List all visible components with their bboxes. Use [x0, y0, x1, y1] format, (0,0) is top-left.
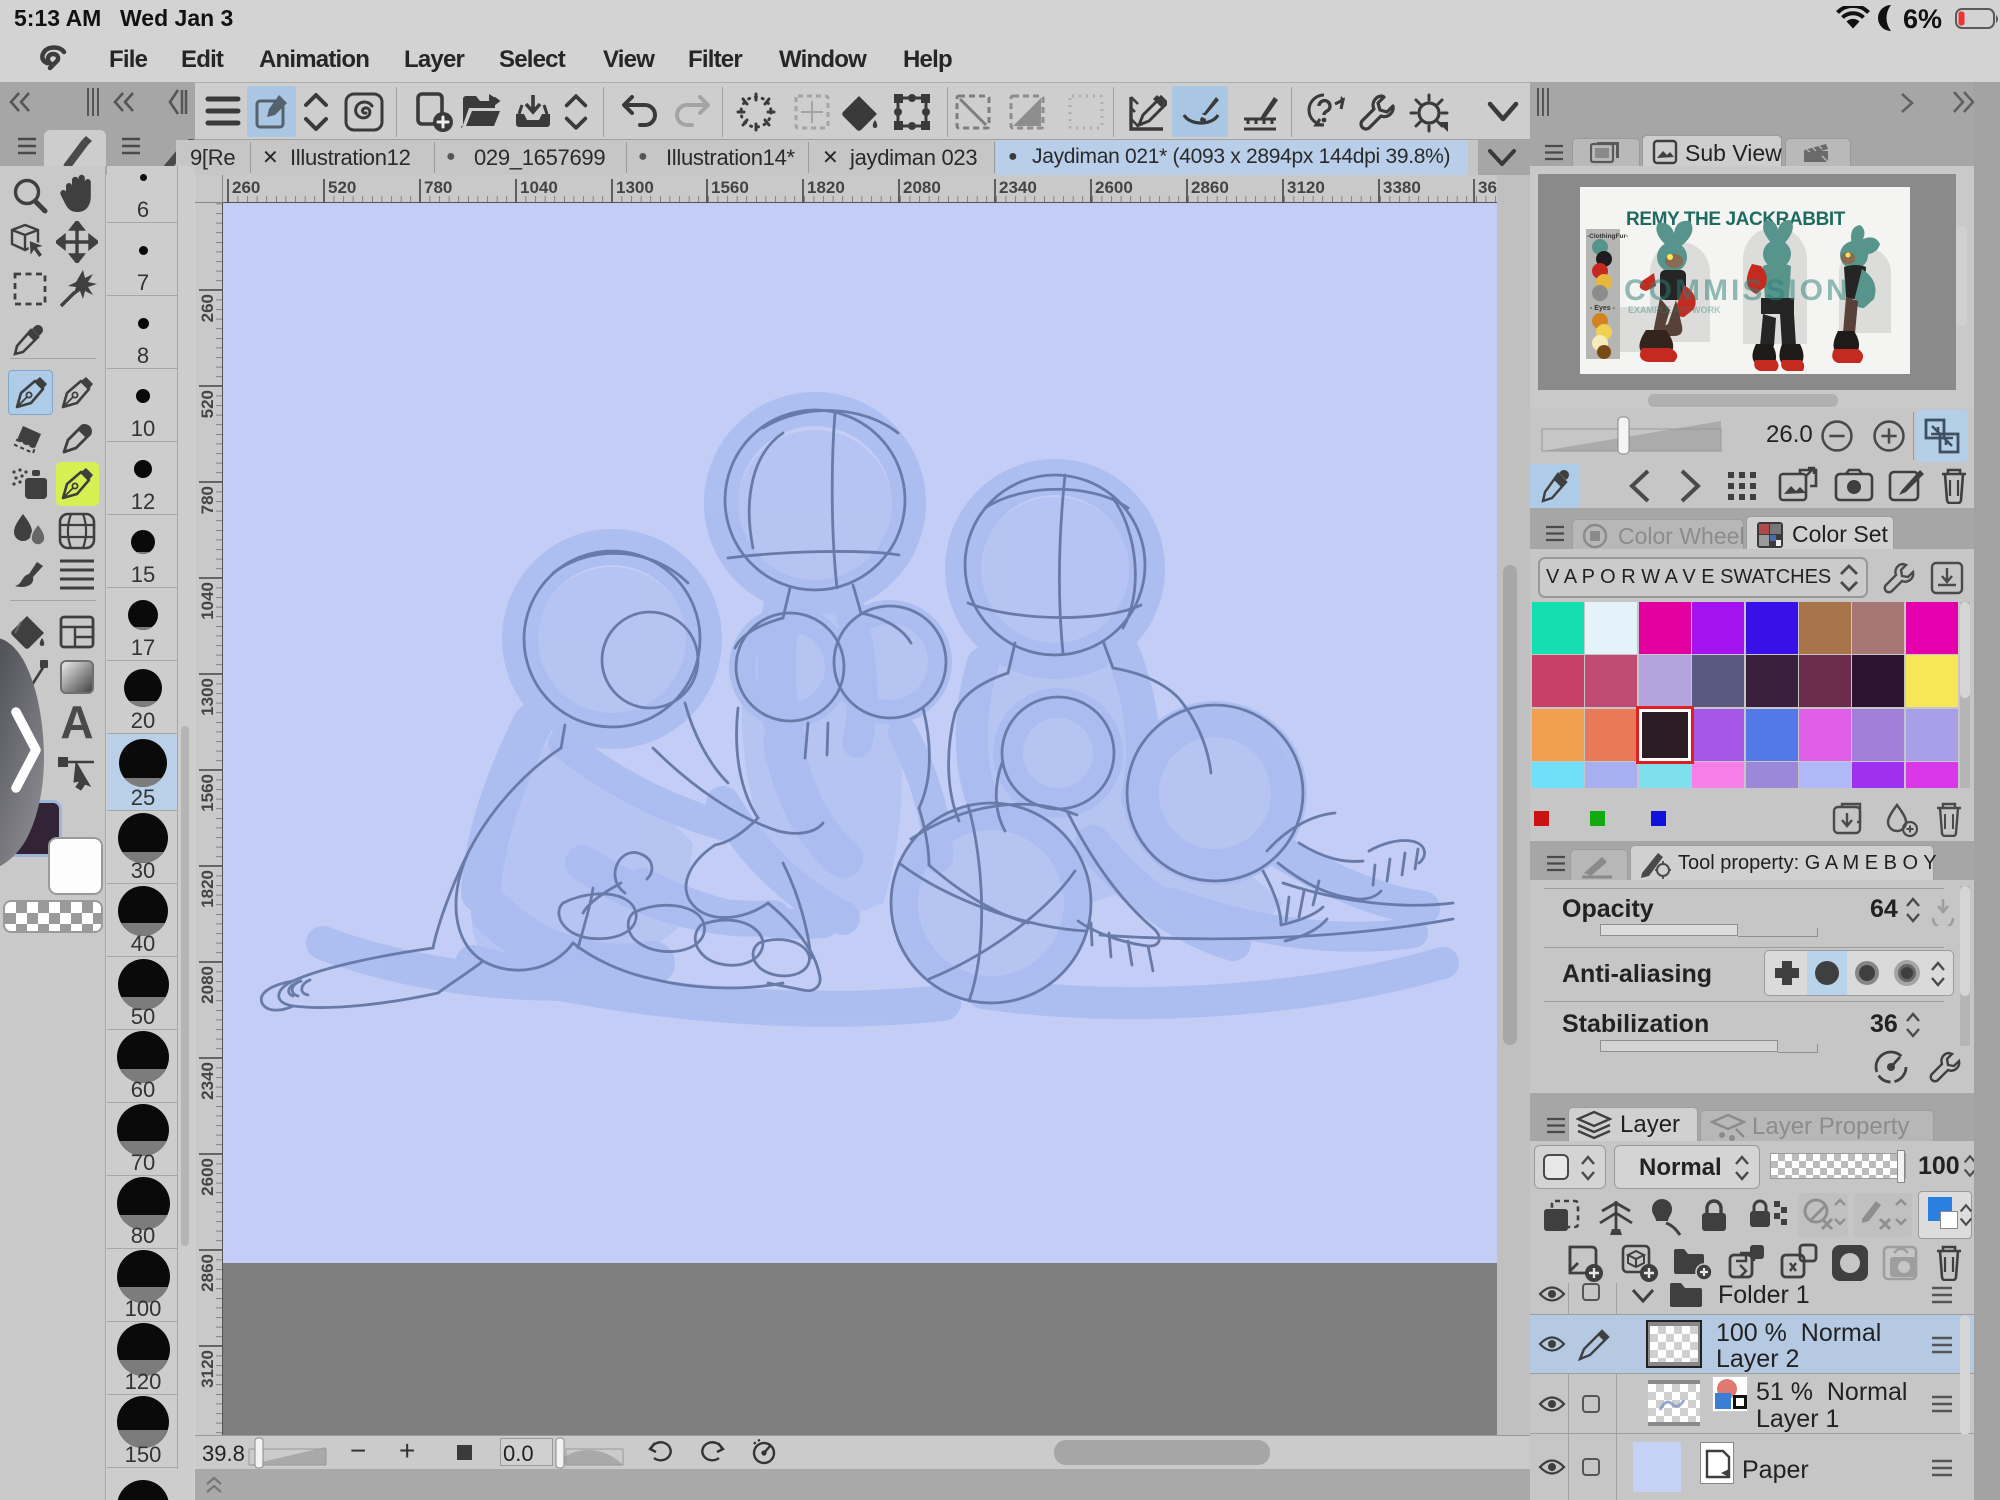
- svg-text:-ClothingFur-: -ClothingFur-: [1587, 233, 1628, 240]
- svg-text:- Eyes -: - Eyes -: [1590, 305, 1616, 312]
- svg-text:COMMISSION: COMMISSION: [1624, 274, 1851, 307]
- svg-text:EXAMPLE ARTWORK: EXAMPLE ARTWORK: [1628, 305, 1721, 315]
